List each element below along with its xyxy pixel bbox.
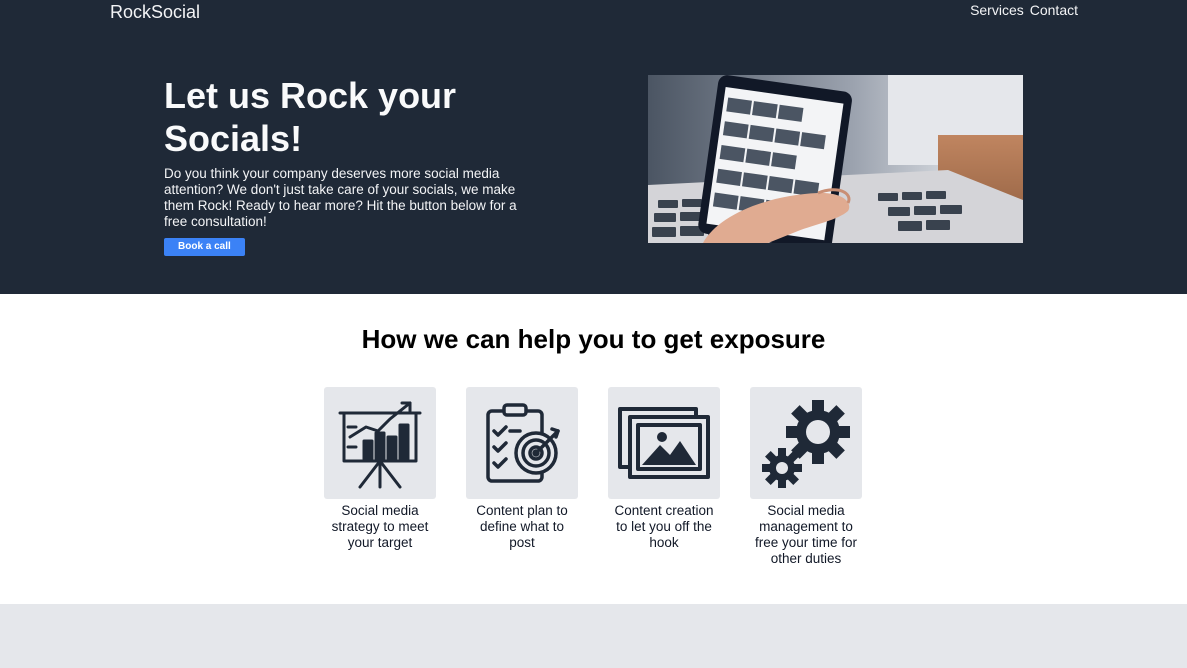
services-title: How we can help you to get exposure: [361, 324, 826, 354]
gears-icon: [762, 400, 850, 488]
services-cards: Social media strategy to meet your targe…: [324, 387, 862, 567]
strategy-chart-icon: [338, 401, 422, 489]
hero-description: Do you think your company deserves more …: [164, 166, 517, 229]
hero-title: Let us Rock your Socials!: [164, 75, 457, 159]
service-card-content-creation: Content creation to let you off the hook: [608, 387, 720, 567]
top-nav: Services Contact: [970, 2, 1078, 18]
service-card-strategy: Social media strategy to meet your targe…: [324, 387, 436, 567]
services-section: How we can help you to get exposure Soci…: [0, 294, 1187, 604]
clipboard-target-icon: [486, 403, 560, 483]
service-card-strategy-icon-box: [324, 387, 436, 499]
service-card-strategy-text: Social media strategy to meet your targe…: [331, 503, 429, 550]
hero-phone-photo: [648, 75, 1023, 243]
service-card-content-plan-text: Content plan to define what to post: [476, 503, 568, 550]
service-card-management: Social media management to free your tim…: [750, 387, 862, 567]
service-card-management-icon-box: [750, 387, 862, 499]
service-card-content-plan-icon-box: [466, 387, 578, 499]
service-card-management-text: Social media management to free your tim…: [754, 503, 858, 566]
service-card-content-creation-text: Content creation to let you off the hook: [614, 503, 714, 550]
nav-link-services[interactable]: Services: [970, 2, 1024, 18]
site-logo[interactable]: RockSocial: [110, 2, 200, 23]
service-card-content-plan: Content plan to define what to post: [466, 387, 578, 567]
service-card-content-creation-icon-box: [608, 387, 720, 499]
book-call-button[interactable]: Book a call: [164, 238, 245, 256]
hero-section: RockSocial Services Contact Let us Rock …: [0, 0, 1187, 294]
footer-band: [0, 604, 1187, 668]
image-gallery-icon: [618, 407, 710, 479]
hero-copy: Let us Rock your Socials! Do you think y…: [164, 74, 524, 256]
nav-link-contact[interactable]: Contact: [1030, 2, 1078, 18]
